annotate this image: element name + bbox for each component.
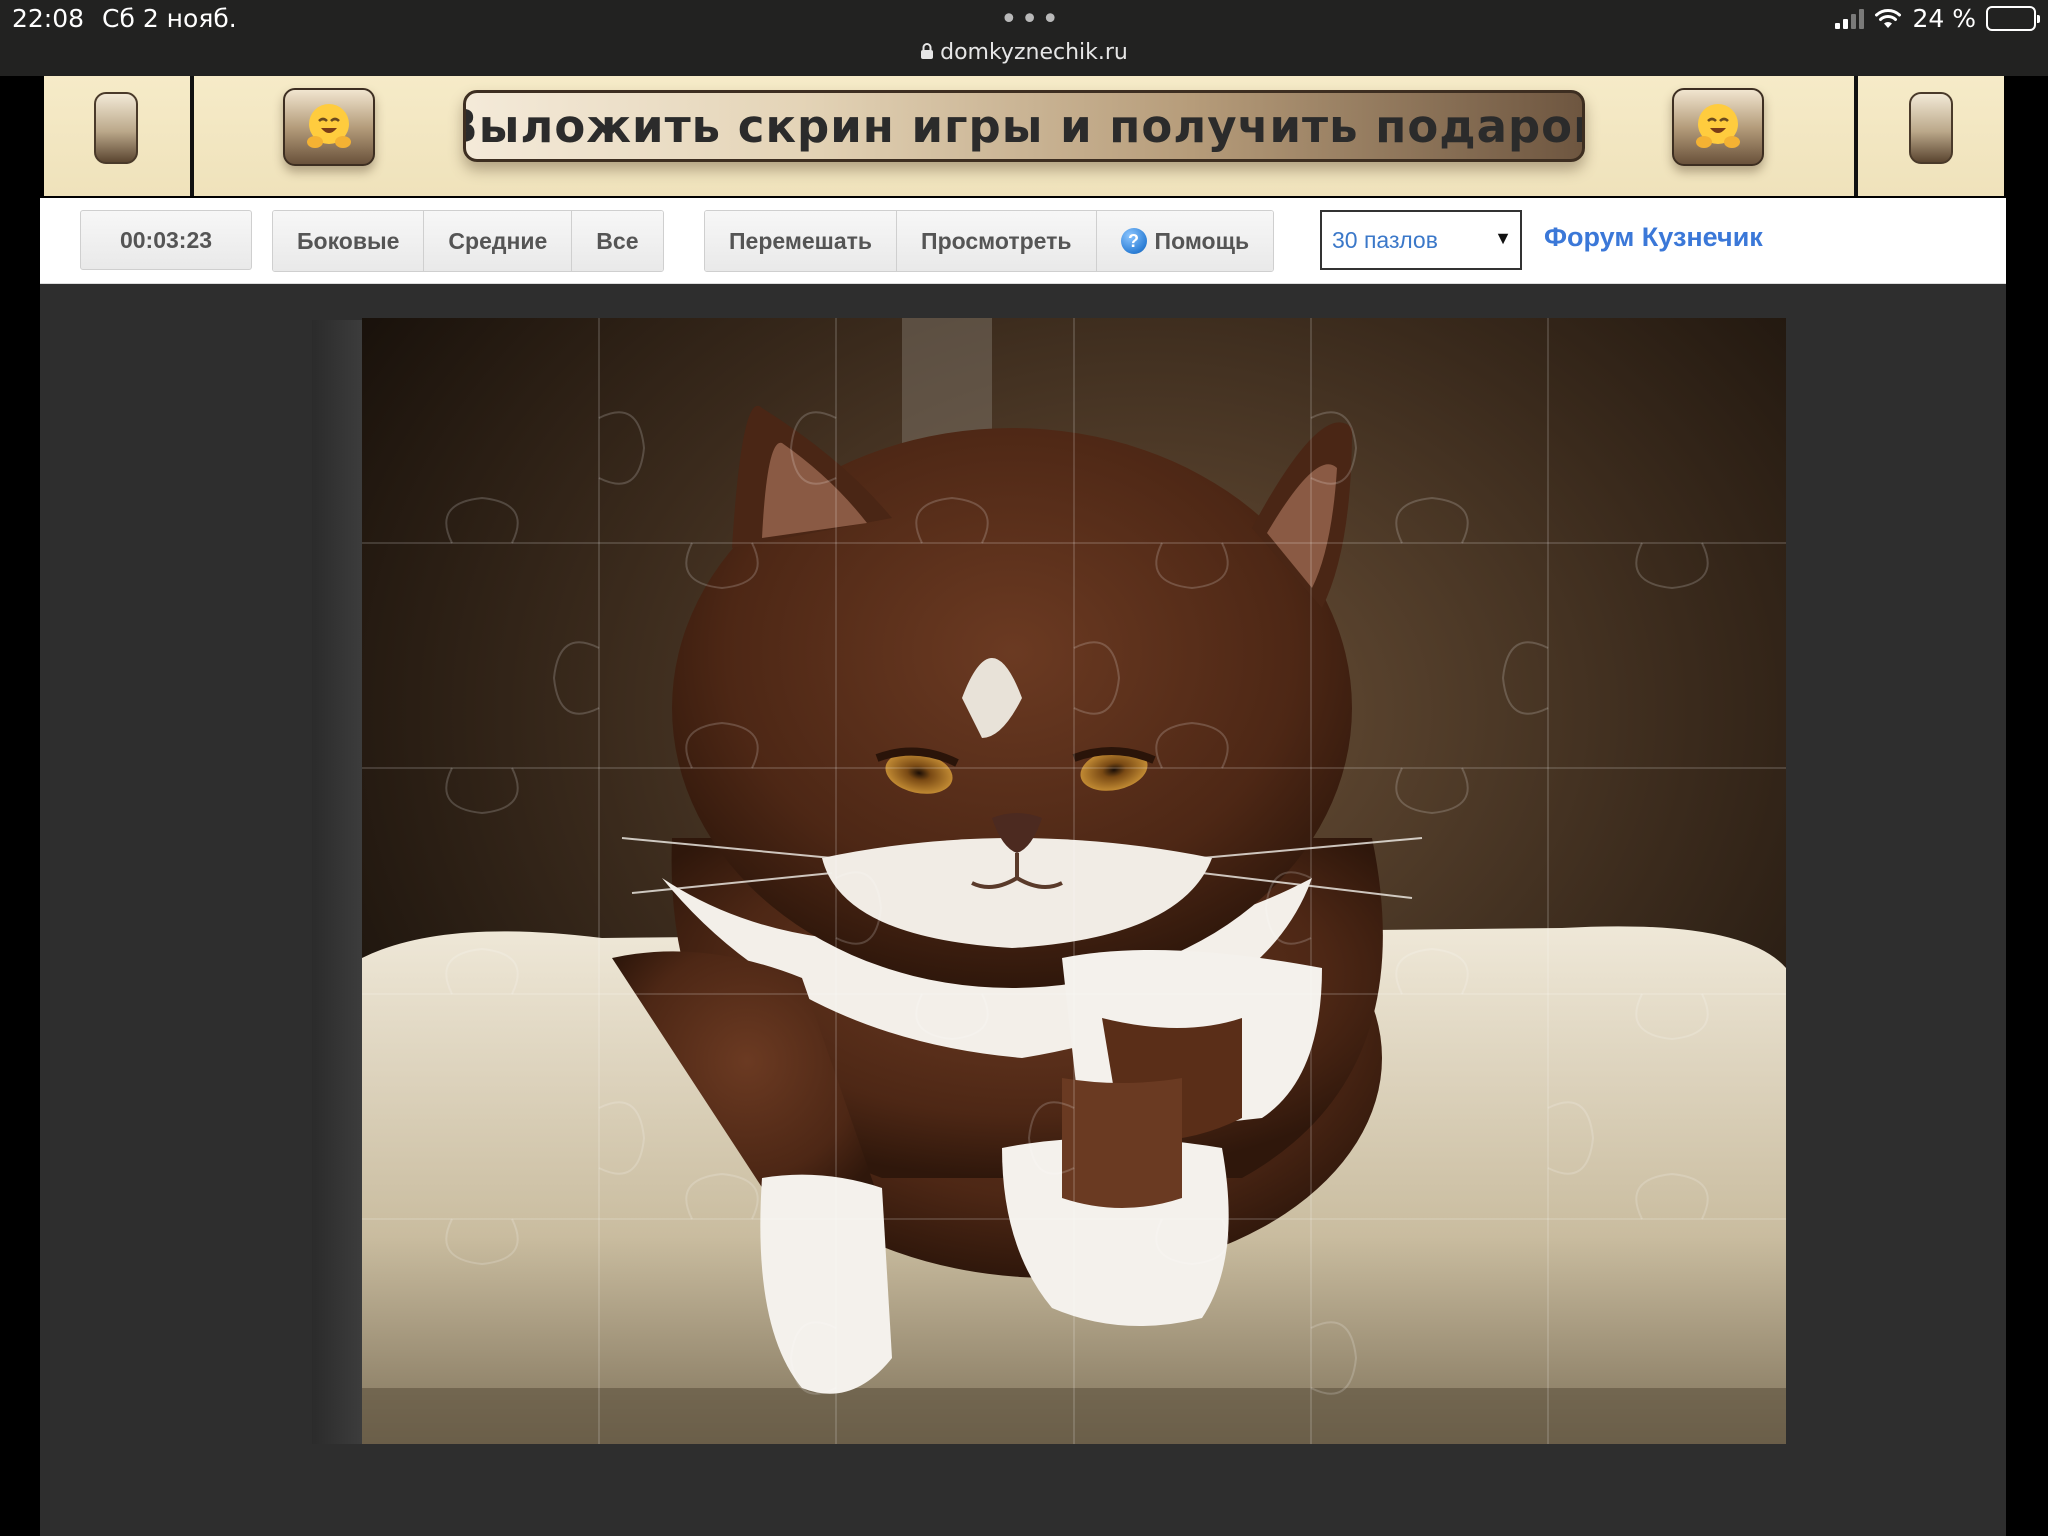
filter-middle-button[interactable]: Средние — [424, 211, 573, 271]
game-toolbar: 00:03:23 Боковые Средние Все Перемешать … — [40, 198, 2006, 284]
hug-emoji-icon — [1696, 104, 1740, 148]
banner-divider — [1854, 76, 1858, 196]
hug-emoji-icon — [307, 104, 351, 148]
hugging-face-icon[interactable] — [1672, 88, 1764, 166]
filter-edges-button[interactable]: Боковые — [273, 211, 425, 271]
banner-divider — [190, 76, 194, 196]
help-button[interactable]: ? Помощь — [1096, 211, 1274, 271]
multitasking-dots-icon[interactable]: ••• — [1000, 2, 1062, 37]
cellular-signal-icon — [1835, 8, 1865, 29]
forum-link[interactable]: Форум Кузнечик — [1544, 222, 1763, 253]
shuffle-button[interactable]: Перемешать — [705, 211, 898, 271]
status-date: Сб 2 нояб. — [102, 4, 237, 33]
status-time: 22:08 — [12, 4, 85, 33]
address-bar[interactable]: domkyznechik.ru — [0, 40, 2048, 65]
banner-decoration-left — [94, 92, 138, 164]
url-text: domkyznechik.ru — [940, 40, 1128, 65]
battery-icon — [1986, 6, 2040, 31]
status-indicators: 24 % — [1835, 4, 2040, 33]
status-bar: 22:08 Сб 2 нояб. ••• domkyznechik.ru 24 … — [0, 0, 2048, 76]
pieces-count-select[interactable]: 30 пазлов ▼ — [1320, 210, 1522, 270]
piece-filter-group: Боковые Средние Все — [272, 210, 664, 272]
timer-display: 00:03:23 — [80, 210, 252, 270]
board-shadow — [312, 320, 364, 1444]
wifi-icon — [1875, 8, 1902, 28]
banner-decoration-right — [1909, 92, 1953, 164]
lock-icon — [921, 43, 934, 59]
preview-button[interactable]: Просмотреть — [897, 211, 1097, 271]
dropdown-caret-icon: ▼ — [1494, 228, 1512, 248]
help-label: Помощь — [1154, 227, 1250, 254]
banner-title-button[interactable]: Выложить скрин игры и получить подарок — [463, 90, 1585, 162]
battery-percent: 24 % — [1912, 4, 1976, 33]
hugging-face-icon[interactable] — [283, 88, 375, 166]
cat-puzzle-picture — [362, 318, 1786, 1444]
help-icon: ? — [1120, 228, 1147, 254]
pieces-count-value: 30 пазлов — [1332, 226, 1438, 253]
assembled-puzzle-image[interactable] — [362, 318, 1786, 1444]
filter-all-button[interactable]: Все — [572, 211, 663, 271]
action-group: Перемешать Просмотреть ? Помощь — [704, 210, 1275, 272]
